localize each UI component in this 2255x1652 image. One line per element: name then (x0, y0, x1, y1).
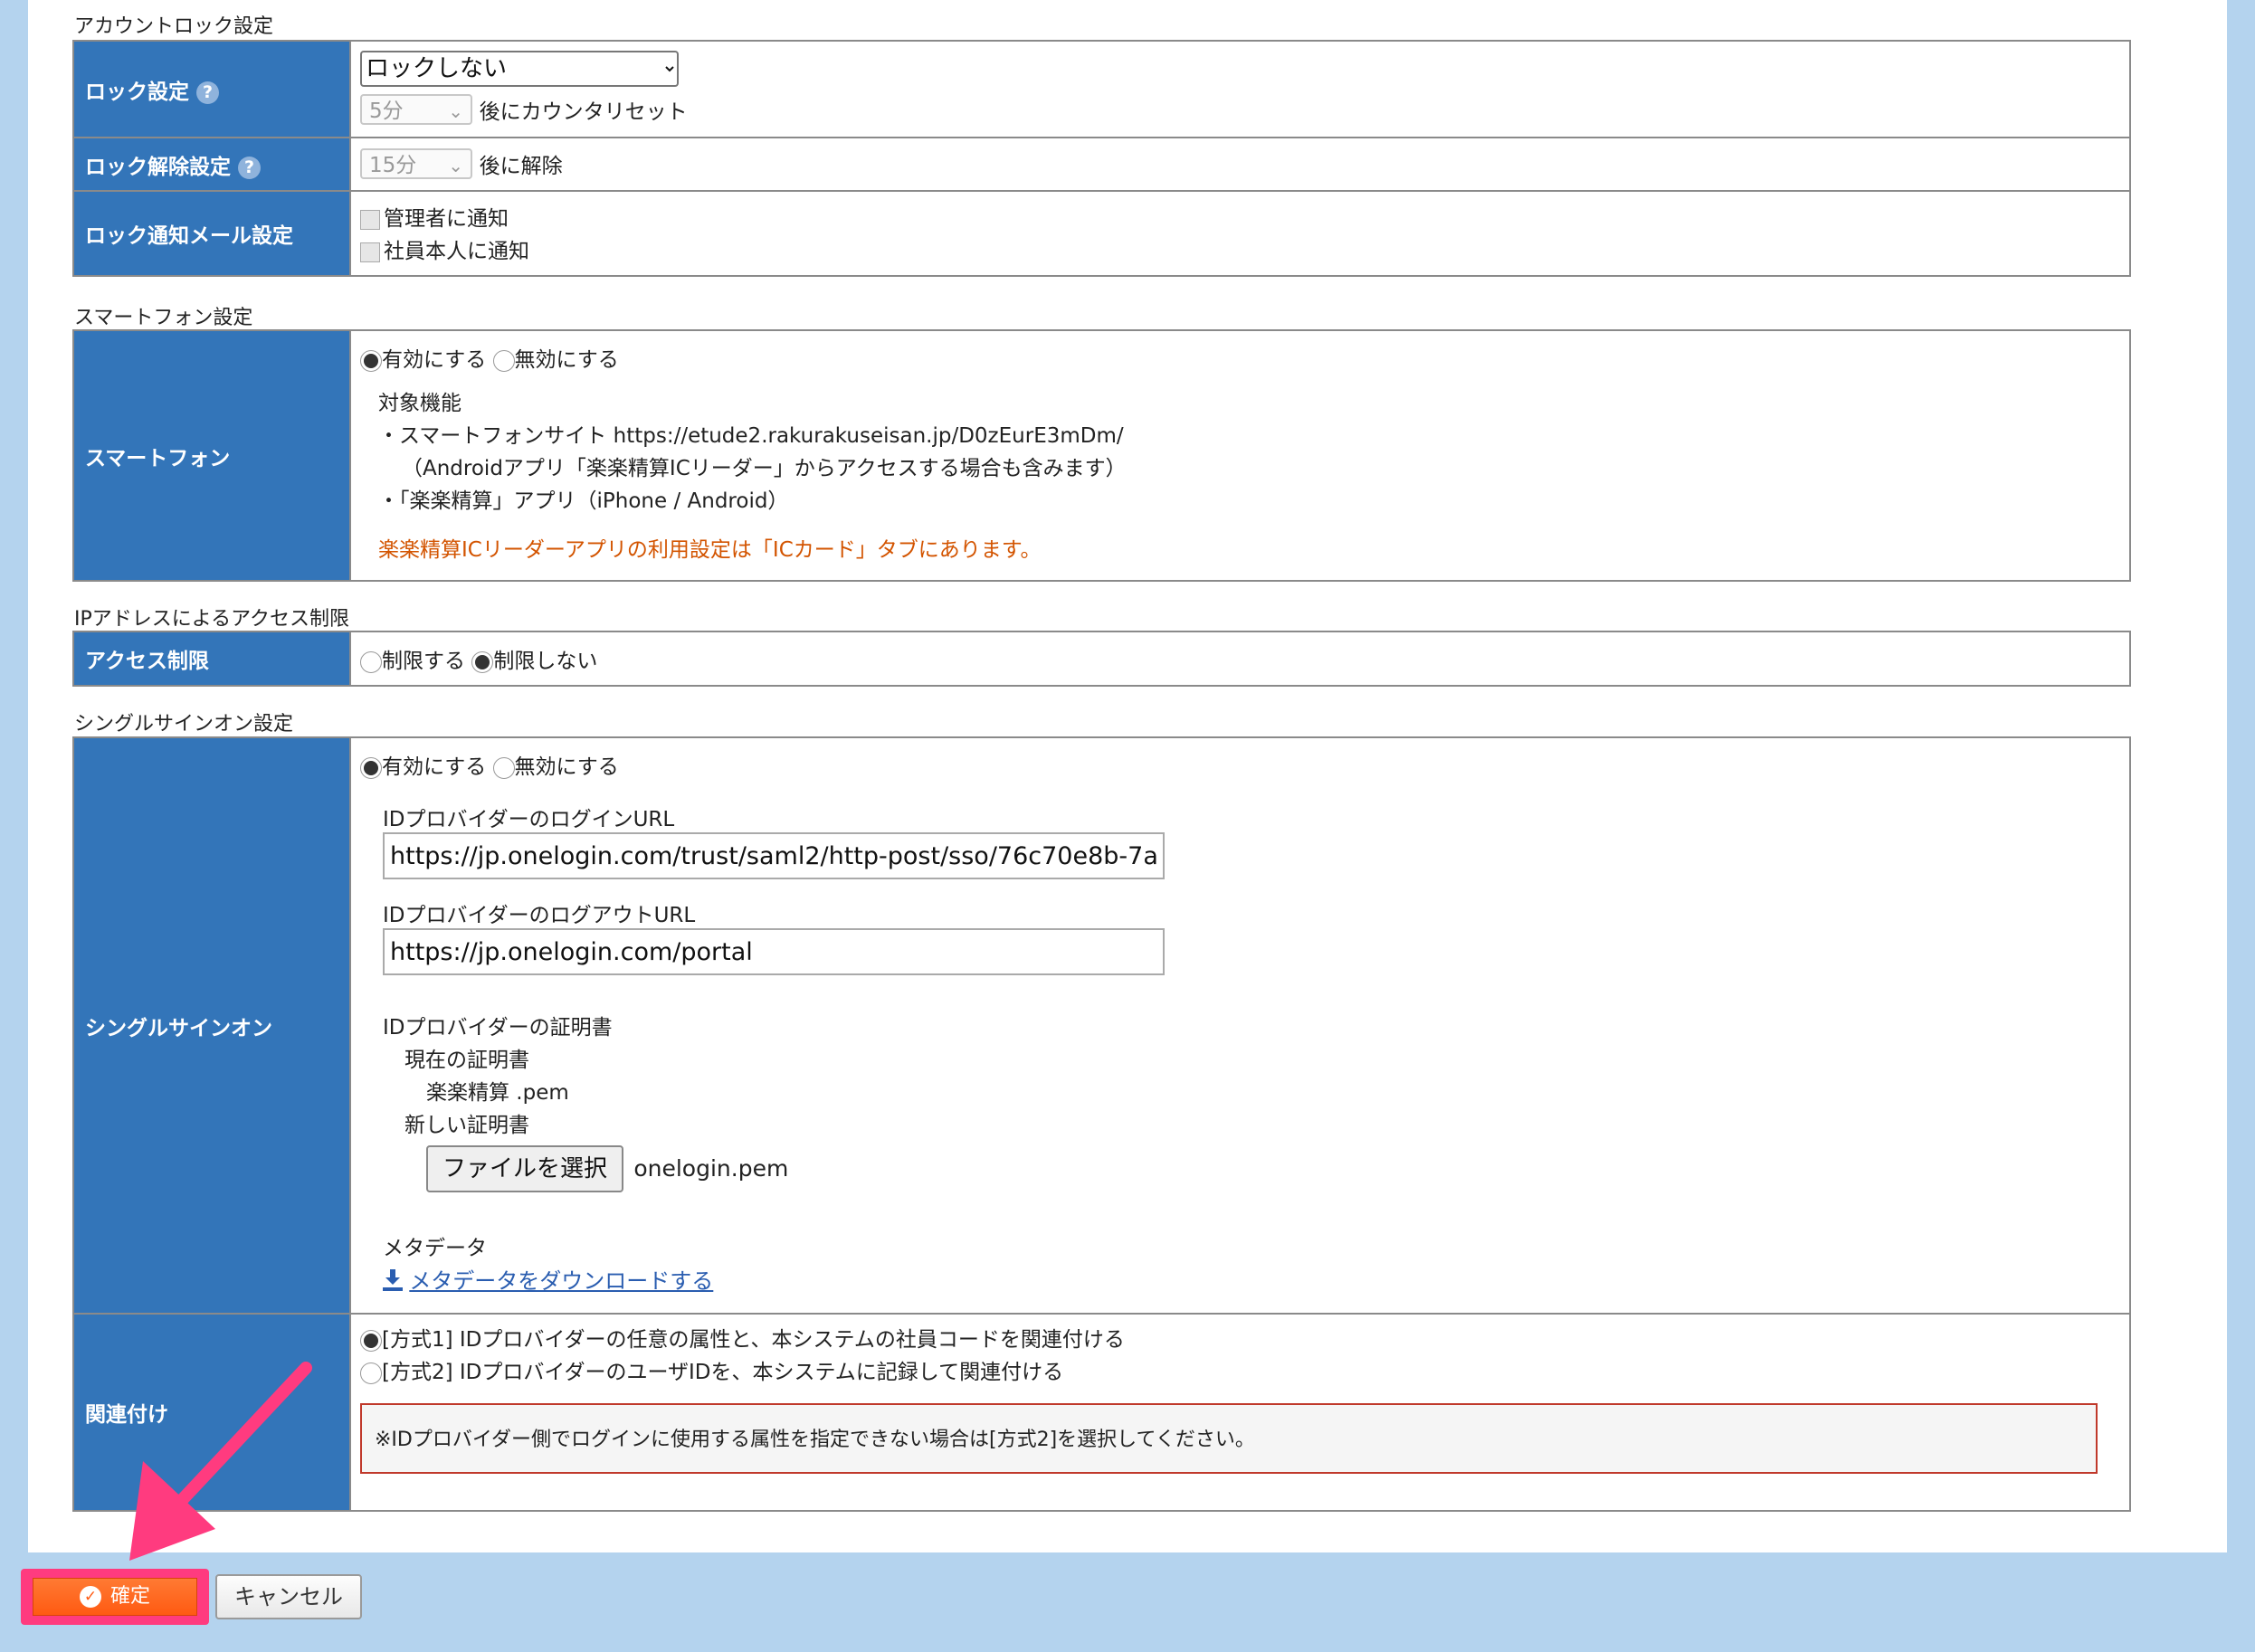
logout-url-input[interactable] (383, 928, 1165, 975)
smartphone-disable-radio[interactable] (492, 349, 515, 372)
selected-file-name: onelogin.pem (633, 1155, 789, 1182)
target-title: 対象機能 (378, 392, 461, 415)
smartphone-section-title: スマートフォン設定 (74, 307, 253, 329)
file-select-button[interactable]: ファイルを選択 (426, 1145, 624, 1192)
smartphone-header: スマートフォン (72, 329, 351, 582)
unlock-setting-label: ロック解除設定 (85, 155, 231, 179)
target-line-3: ・「楽楽精算」アプリ（iPhone / Android） (378, 489, 789, 513)
sso-header: シングルサインオン (72, 736, 351, 1315)
sso-table: シングルサインオン 有効にする 無効にする IDプロバイダーのログインURL I… (72, 736, 2131, 1512)
access-restriction-header: アクセス制限 (72, 631, 351, 687)
ip-section-title: IPアドレスによるアクセス制限 (74, 608, 349, 631)
sso-section-title: シングルサインオン設定 (74, 713, 294, 736)
confirm-button[interactable]: ✓ 確定 (33, 1578, 197, 1616)
counter-reset-select: 5分 ⌄ (360, 94, 472, 125)
mapping-note-text: ※IDプロバイダー側でログインに使用する属性を指定できない場合は[方式2]を選択… (375, 1429, 1255, 1451)
restrict-label: 制限する (382, 650, 465, 673)
mapping-label: 関連付け (85, 1403, 168, 1427)
ic-card-note: 楽楽精算ICリーダーアプリの利用設定は「ICカード」タブにあります。 (378, 538, 1042, 562)
cancel-button[interactable]: キャンセル (215, 1574, 362, 1619)
method1-label: [方式1] IDプロバイダーの任意の属性と、本システムの社員コードを関連付ける (382, 1328, 1125, 1352)
notify-admin-label: 管理者に通知 (384, 207, 509, 231)
lock-notify-header: ロック通知メール設定 (72, 190, 351, 277)
new-cert-label: 新しい証明書 (404, 1114, 529, 1137)
confirm-label: 確定 (109, 1585, 150, 1608)
current-cert-value: 楽楽精算 .pem (426, 1081, 569, 1105)
unlock-setting-cell: 15分 ⌄ 後に解除 (349, 137, 2131, 192)
method1-radio[interactable] (360, 1329, 382, 1352)
smartphone-table: スマートフォン 有効にする 無効にする 対象機能 ・スマートフォンサイト htt… (72, 329, 2131, 582)
lock-setting-label: ロック設定 (85, 80, 189, 104)
download-icon (383, 1268, 403, 1296)
access-restriction-cell: 制限する 制限しない (349, 631, 2131, 687)
chevron-down-icon: ⌄ (448, 155, 463, 176)
counter-reset-value: 5分 (369, 100, 404, 123)
sso-enable-label: 有効にする (382, 755, 487, 779)
notify-admin-checkbox[interactable] (360, 209, 380, 230)
login-url-input[interactable] (383, 832, 1165, 879)
help-icon[interactable]: ? (196, 81, 219, 104)
notify-employee-checkbox[interactable] (360, 242, 380, 262)
method2-radio[interactable] (360, 1362, 382, 1384)
restrict-radio[interactable] (360, 650, 382, 673)
account-lock-table: ロック設定? ロックしない 5分 ⌄ 後にカウンタリセット ロック解除設定? 15… (72, 40, 2131, 277)
unlock-time-select: 15分 ⌄ (360, 148, 472, 179)
confirm-highlight: ✓ 確定 (21, 1569, 209, 1625)
help-icon[interactable]: ? (238, 156, 261, 179)
lock-setting-cell: ロックしない 5分 ⌄ 後にカウンタリセット (349, 40, 2131, 138)
chevron-down-icon: ⌄ (448, 100, 463, 122)
lock-notify-cell: 管理者に通知 社員本人に通知 (349, 190, 2131, 277)
ip-table: アクセス制限 制限する 制限しない (72, 631, 2131, 687)
smartphone-enable-label: 有効にする (382, 348, 487, 372)
smartphone-cell: 有効にする 無効にする 対象機能 ・スマートフォンサイト https://etu… (349, 329, 2131, 582)
target-line-1: ・スマートフォンサイト https://etude2.rakurakuseisa… (378, 424, 1124, 448)
sso-label: シングルサインオン (85, 1016, 272, 1040)
mapping-header: 関連付け (72, 1313, 351, 1512)
sso-disable-label: 無効にする (514, 755, 619, 779)
access-restriction-label: アクセス制限 (85, 650, 209, 673)
metadata-download-link[interactable]: メタデータをダウンロードする (409, 1268, 713, 1294)
mapping-note-box: ※IDプロバイダー側でログインに使用する属性を指定できない場合は[方式2]を選択… (360, 1403, 2098, 1474)
no-restrict-label: 制限しない (493, 650, 598, 673)
current-cert-label: 現在の証明書 (404, 1049, 529, 1072)
target-line-2: （Androidアプリ「楽楽精算ICリーダー」からアクセスする場合も含みます） (402, 457, 1127, 480)
mapping-cell: [方式1] IDプロバイダーの任意の属性と、本システムの社員コードを関連付ける … (349, 1313, 2131, 1512)
smartphone-enable-radio[interactable] (360, 349, 382, 372)
lock-setting-header: ロック設定? (72, 40, 351, 138)
sso-cell: 有効にする 無効にする IDプロバイダーのログインURL IDプロバイダーのログ… (349, 736, 2131, 1315)
notify-employee-label: 社員本人に通知 (384, 240, 529, 263)
smartphone-disable-label: 無効にする (514, 348, 619, 372)
cert-label: IDプロバイダーの証明書 (383, 1016, 613, 1040)
login-url-label: IDプロバイダーのログインURL (383, 808, 675, 831)
account-lock-section-title: アカウントロック設定 (74, 15, 274, 38)
no-restrict-radio[interactable] (471, 650, 494, 673)
check-circle-icon: ✓ (79, 1586, 101, 1608)
method2-label: [方式2] IDプロバイダーのユーザIDを、本システムに記録して関連付ける (382, 1361, 1064, 1384)
lock-notify-label: ロック通知メール設定 (85, 224, 293, 248)
unlock-time-value: 15分 (369, 154, 417, 177)
smartphone-label: スマートフォン (85, 446, 231, 470)
unlock-setting-header: ロック解除設定? (72, 137, 351, 192)
counter-reset-suffix: 後にカウンタリセット (479, 100, 688, 124)
metadata-label: メタデータ (383, 1237, 487, 1260)
sso-enable-radio[interactable] (360, 756, 382, 779)
unlock-suffix: 後に解除 (479, 155, 563, 178)
sso-disable-radio[interactable] (492, 756, 515, 779)
logout-url-label: IDプロバイダーのログアウトURL (383, 904, 696, 927)
lock-setting-select[interactable]: ロックしない (360, 51, 679, 87)
